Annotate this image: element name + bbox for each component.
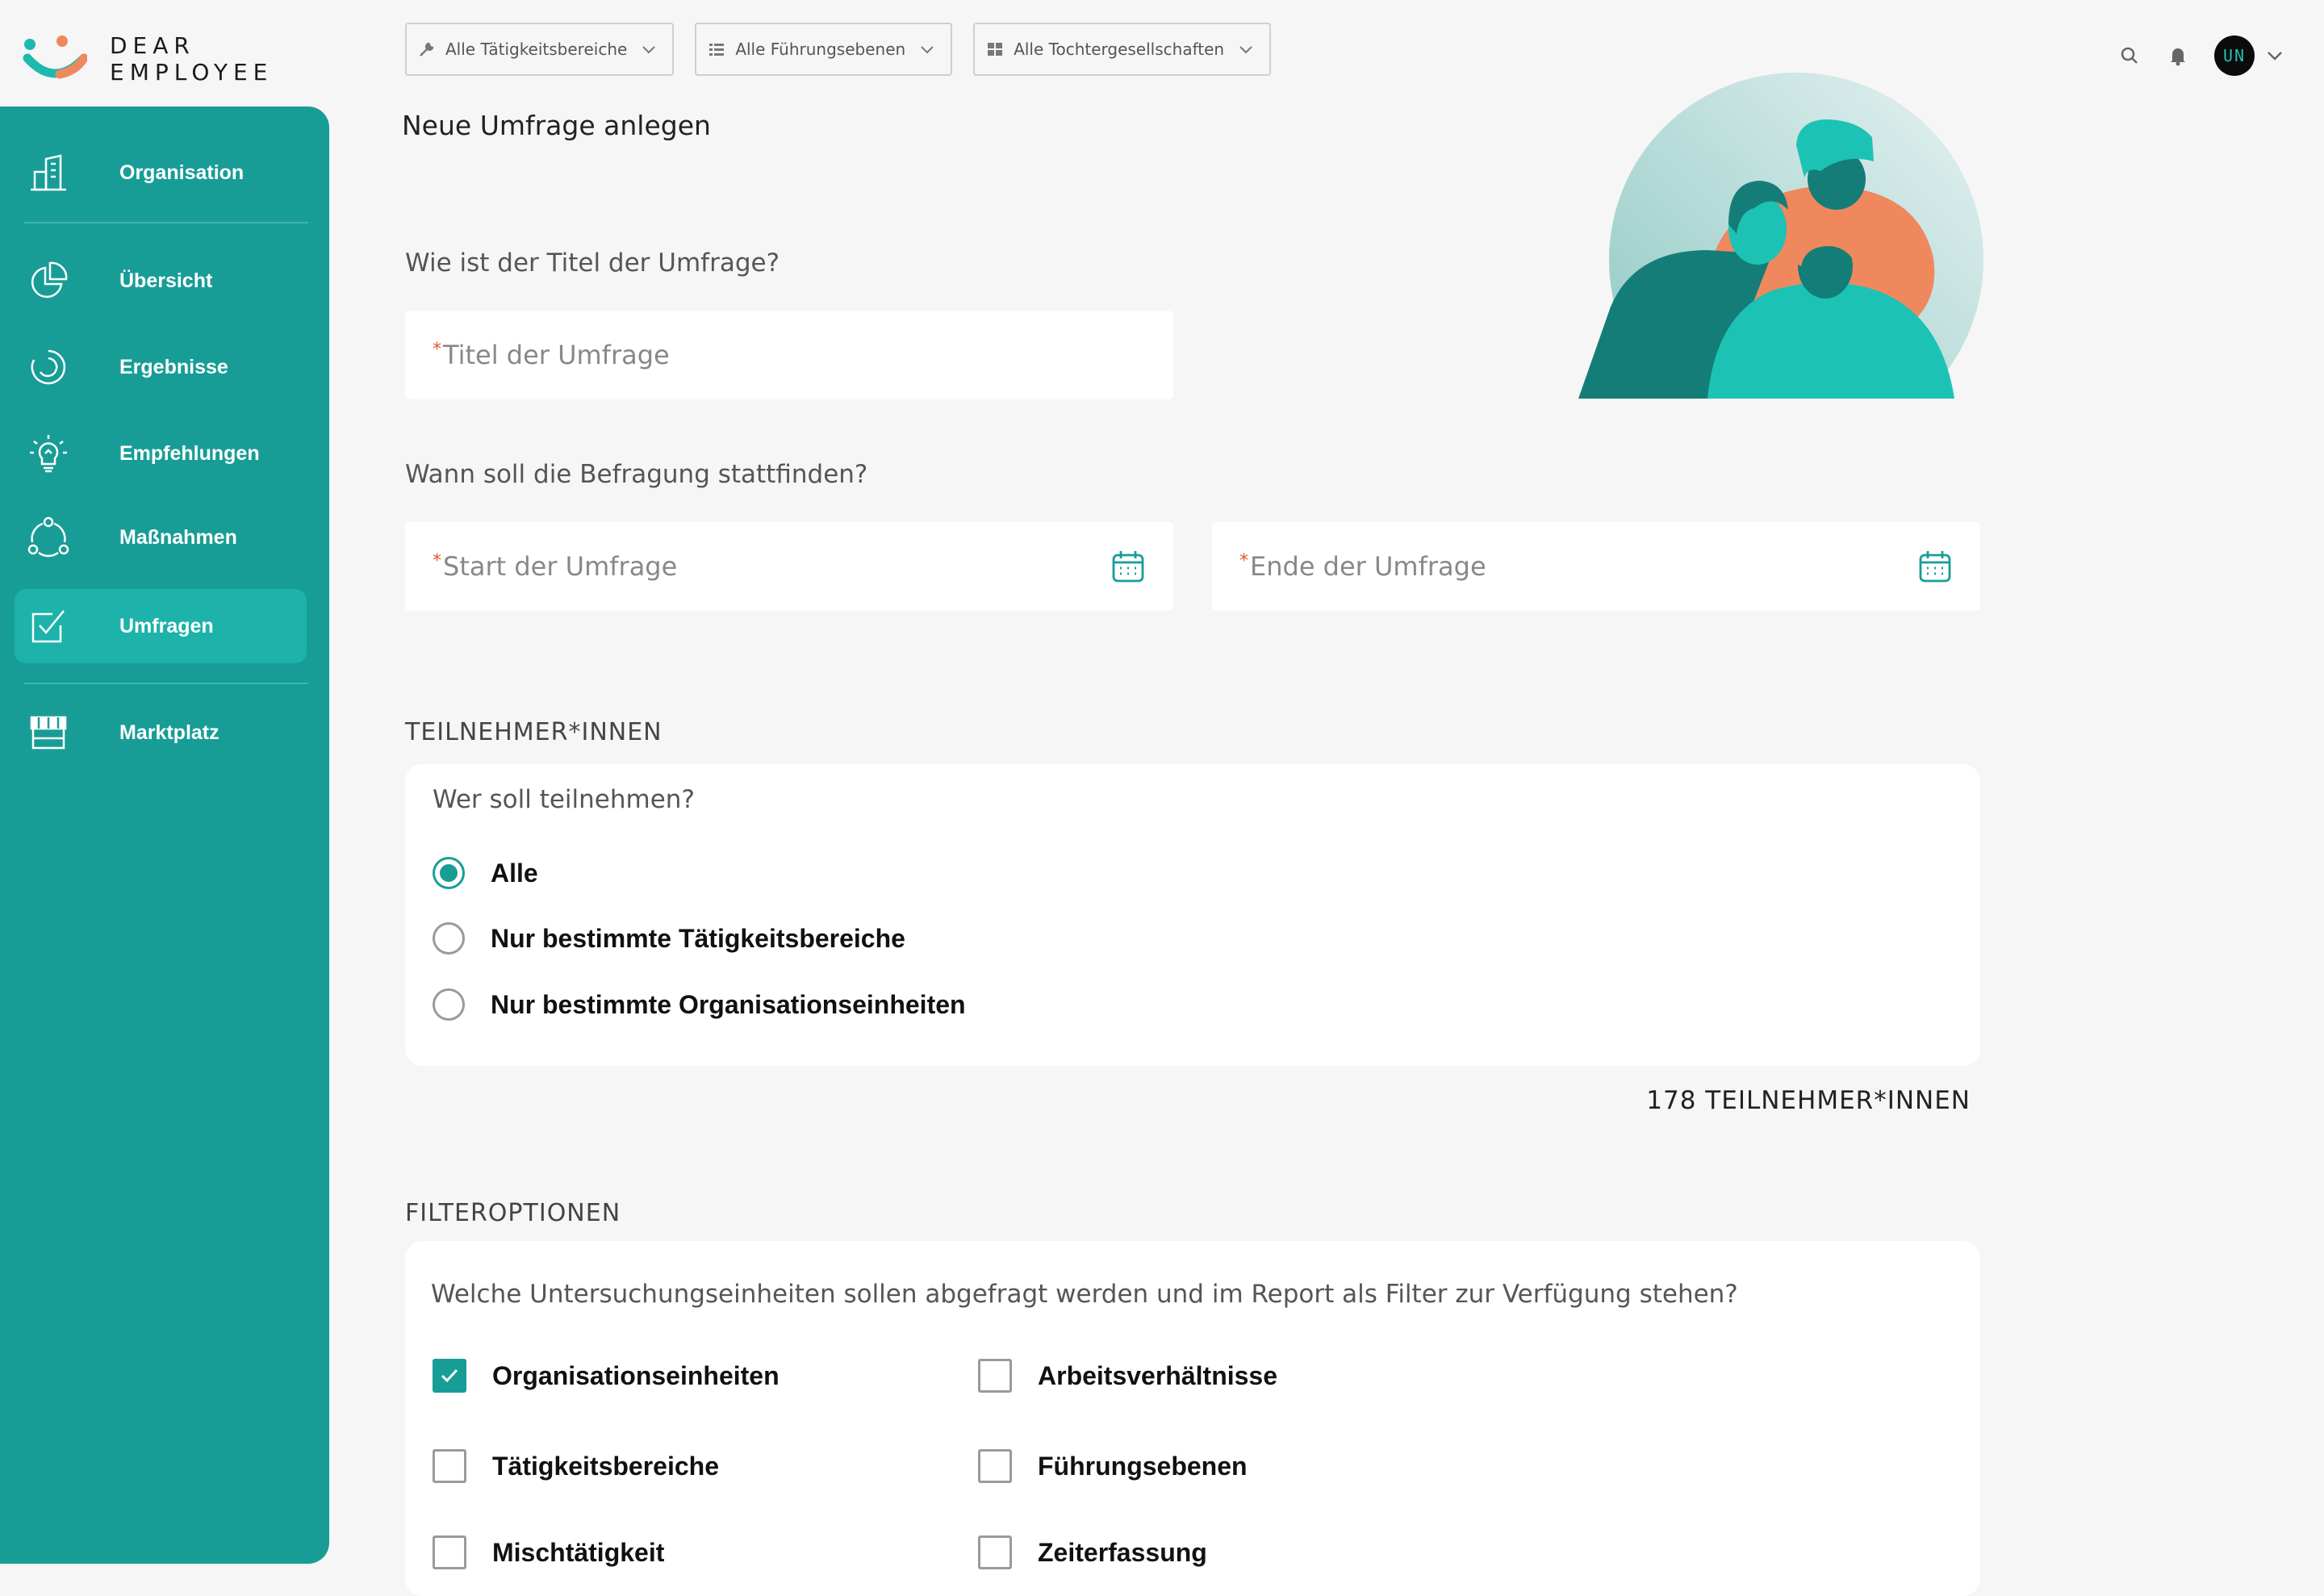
team-illustration [1578, 73, 1983, 399]
participants-section-title: TEILNEHMER*INNEN [405, 718, 663, 746]
sidebar-item-label: Maßnahmen [119, 525, 237, 549]
start-date-input[interactable]: * Start der Umfrage [405, 522, 1173, 611]
checkbox[interactable] [978, 1535, 1012, 1569]
logo-line-2: EMPLOYEE [110, 59, 274, 86]
checkbox[interactable] [978, 1449, 1012, 1483]
search-icon[interactable] [2117, 44, 2142, 68]
checkbox-label: Mischtätigkeit [492, 1537, 665, 1567]
chevron-down-icon[interactable] [2264, 45, 2285, 66]
sidebar-item-marktplatz[interactable]: Marktplatz [15, 696, 307, 770]
radio-button[interactable] [433, 922, 465, 955]
required-marker: * [433, 340, 441, 360]
logo-line-1: DEAR [110, 32, 195, 59]
sidebar-item-organisation[interactable]: Organisation [15, 136, 307, 210]
participant-count: 178 TEILNEHMER*INNEN [1646, 1086, 1971, 1115]
participants-question: Wer soll teilnehmen? [433, 785, 695, 814]
filter-label: Alle Führungsebenen [735, 40, 906, 59]
title-question: Wie ist der Titel der Umfrage? [405, 249, 780, 278]
page-title: Neue Umfrage anlegen [402, 110, 711, 141]
grid-icon [986, 40, 1004, 58]
pie-chart-icon [26, 258, 71, 303]
title-input[interactable]: * Titel der Umfrage [405, 311, 1173, 399]
calendar-icon[interactable] [1917, 549, 1953, 584]
filter-bar: Alle Tätigkeitsbereiche Alle Führungsebe… [405, 23, 1292, 76]
store-icon [26, 710, 71, 755]
checkmark-icon [441, 1368, 458, 1383]
checkbox-label: Organisationseinheiten [492, 1360, 780, 1390]
filter-tochtergesellschaften[interactable]: Alle Tochtergesellschaften [973, 23, 1272, 76]
bell-icon[interactable] [2166, 44, 2190, 68]
end-date-placeholder: Ende der Umfrage [1250, 551, 1486, 582]
required-marker: * [433, 551, 441, 571]
radio-option-alle[interactable]: Alle [433, 857, 538, 889]
checkbox-fuehrungsebenen[interactable]: Führungsebenen [978, 1449, 1248, 1483]
radio-option-taetigkeitsbereiche[interactable]: Nur bestimmte Tätigkeitsbereiche [433, 922, 905, 955]
sidebar-item-label: Ergebnisse [119, 355, 228, 378]
checkbox[interactable] [433, 1535, 466, 1569]
radio-button[interactable] [433, 857, 465, 889]
radio-label: Nur bestimmte Tätigkeitsbereiche [491, 923, 905, 953]
radio-label: Nur bestimmte Organisationseinheiten [491, 989, 966, 1019]
sidebar: Organisation Übersicht Ergebnisse Empfeh… [0, 107, 329, 1564]
list-icon [708, 40, 725, 58]
date-question: Wann soll die Befragung stattfinden? [405, 460, 868, 489]
logo[interactable]: DEAR EMPLOYEE [23, 32, 297, 86]
sidebar-item-massnahmen[interactable]: Maßnahmen [15, 500, 307, 574]
cycle-icon [26, 515, 71, 560]
participants-card: Wer soll teilnehmen? Alle Nur bestimmte … [405, 764, 1980, 1066]
checkbox-label: Tätigkeitsbereiche [492, 1451, 719, 1481]
required-marker: * [1239, 551, 1248, 571]
avatar[interactable]: UN [2214, 36, 2255, 76]
filter-options-card: Welche Untersuchungseinheiten sollen abg… [405, 1241, 1980, 1596]
checkbox-label: Arbeitsverhältnisse [1038, 1360, 1278, 1390]
sidebar-item-uebersicht[interactable]: Übersicht [15, 244, 307, 318]
sidebar-item-label: Übersicht [119, 269, 213, 292]
sidebar-item-label: Marktplatz [119, 721, 219, 744]
checkbox-zeiterfassung[interactable]: Zeiterfassung [978, 1535, 1207, 1569]
checkbox-arbeitsverhaeltnisse[interactable]: Arbeitsverhältnisse [978, 1359, 1277, 1393]
sidebar-item-label: Empfehlungen [119, 441, 260, 465]
filter-fuehrungsebenen[interactable]: Alle Führungsebenen [695, 23, 953, 76]
filter-label: Alle Tätigkeitsbereiche [445, 40, 628, 59]
radio-label: Alle [491, 858, 538, 888]
wrench-icon [418, 40, 436, 58]
checkbox[interactable] [978, 1359, 1012, 1393]
radio-option-organisationseinheiten[interactable]: Nur bestimmte Organisationseinheiten [433, 988, 966, 1021]
checkbox[interactable] [433, 1449, 466, 1483]
checkbox-label: Führungsebenen [1038, 1451, 1248, 1481]
smile-logo-icon [23, 36, 87, 79]
checkbox-organisationseinheiten[interactable]: Organisationseinheiten [433, 1359, 780, 1393]
filter-options-section-title: FILTEROPTIONEN [405, 1199, 621, 1227]
chevron-down-icon [1239, 46, 1252, 54]
checkbox[interactable] [433, 1359, 466, 1393]
logo-wordmark: DEAR EMPLOYEE [110, 32, 273, 86]
checkbox-mischtaetigkeit[interactable]: Mischtätigkeit [433, 1535, 664, 1569]
sidebar-divider [24, 222, 308, 224]
chevron-down-icon [642, 46, 656, 54]
radio-button[interactable] [433, 988, 465, 1021]
chevron-down-icon [921, 46, 934, 54]
sidebar-item-umfragen[interactable]: Umfragen [15, 589, 307, 663]
progress-circle-icon [26, 345, 71, 390]
title-input-placeholder: Titel der Umfrage [443, 340, 670, 370]
checkbox-icon [26, 604, 71, 649]
sidebar-divider [24, 683, 308, 684]
sidebar-item-label: Umfragen [119, 614, 214, 637]
filter-taetigkeitsbereiche[interactable]: Alle Tätigkeitsbereiche [405, 23, 675, 76]
filter-options-question: Welche Untersuchungseinheiten sollen abg… [431, 1280, 1738, 1309]
calendar-icon[interactable] [1110, 549, 1146, 584]
start-date-placeholder: Start der Umfrage [443, 551, 678, 582]
sidebar-item-ergebnisse[interactable]: Ergebnisse [15, 330, 307, 404]
building-icon [26, 150, 71, 195]
checkbox-label: Zeiterfassung [1038, 1537, 1207, 1567]
end-date-input[interactable]: * Ende der Umfrage [1212, 522, 1980, 611]
checkbox-taetigkeitsbereiche[interactable]: Tätigkeitsbereiche [433, 1449, 719, 1483]
lightbulb-icon [26, 431, 71, 476]
sidebar-item-label: Organisation [119, 161, 245, 184]
sidebar-item-empfehlungen[interactable]: Empfehlungen [15, 416, 307, 491]
top-right-toolbar: UN [2117, 36, 2285, 76]
filter-label: Alle Tochtergesellschaften [1014, 40, 1225, 59]
